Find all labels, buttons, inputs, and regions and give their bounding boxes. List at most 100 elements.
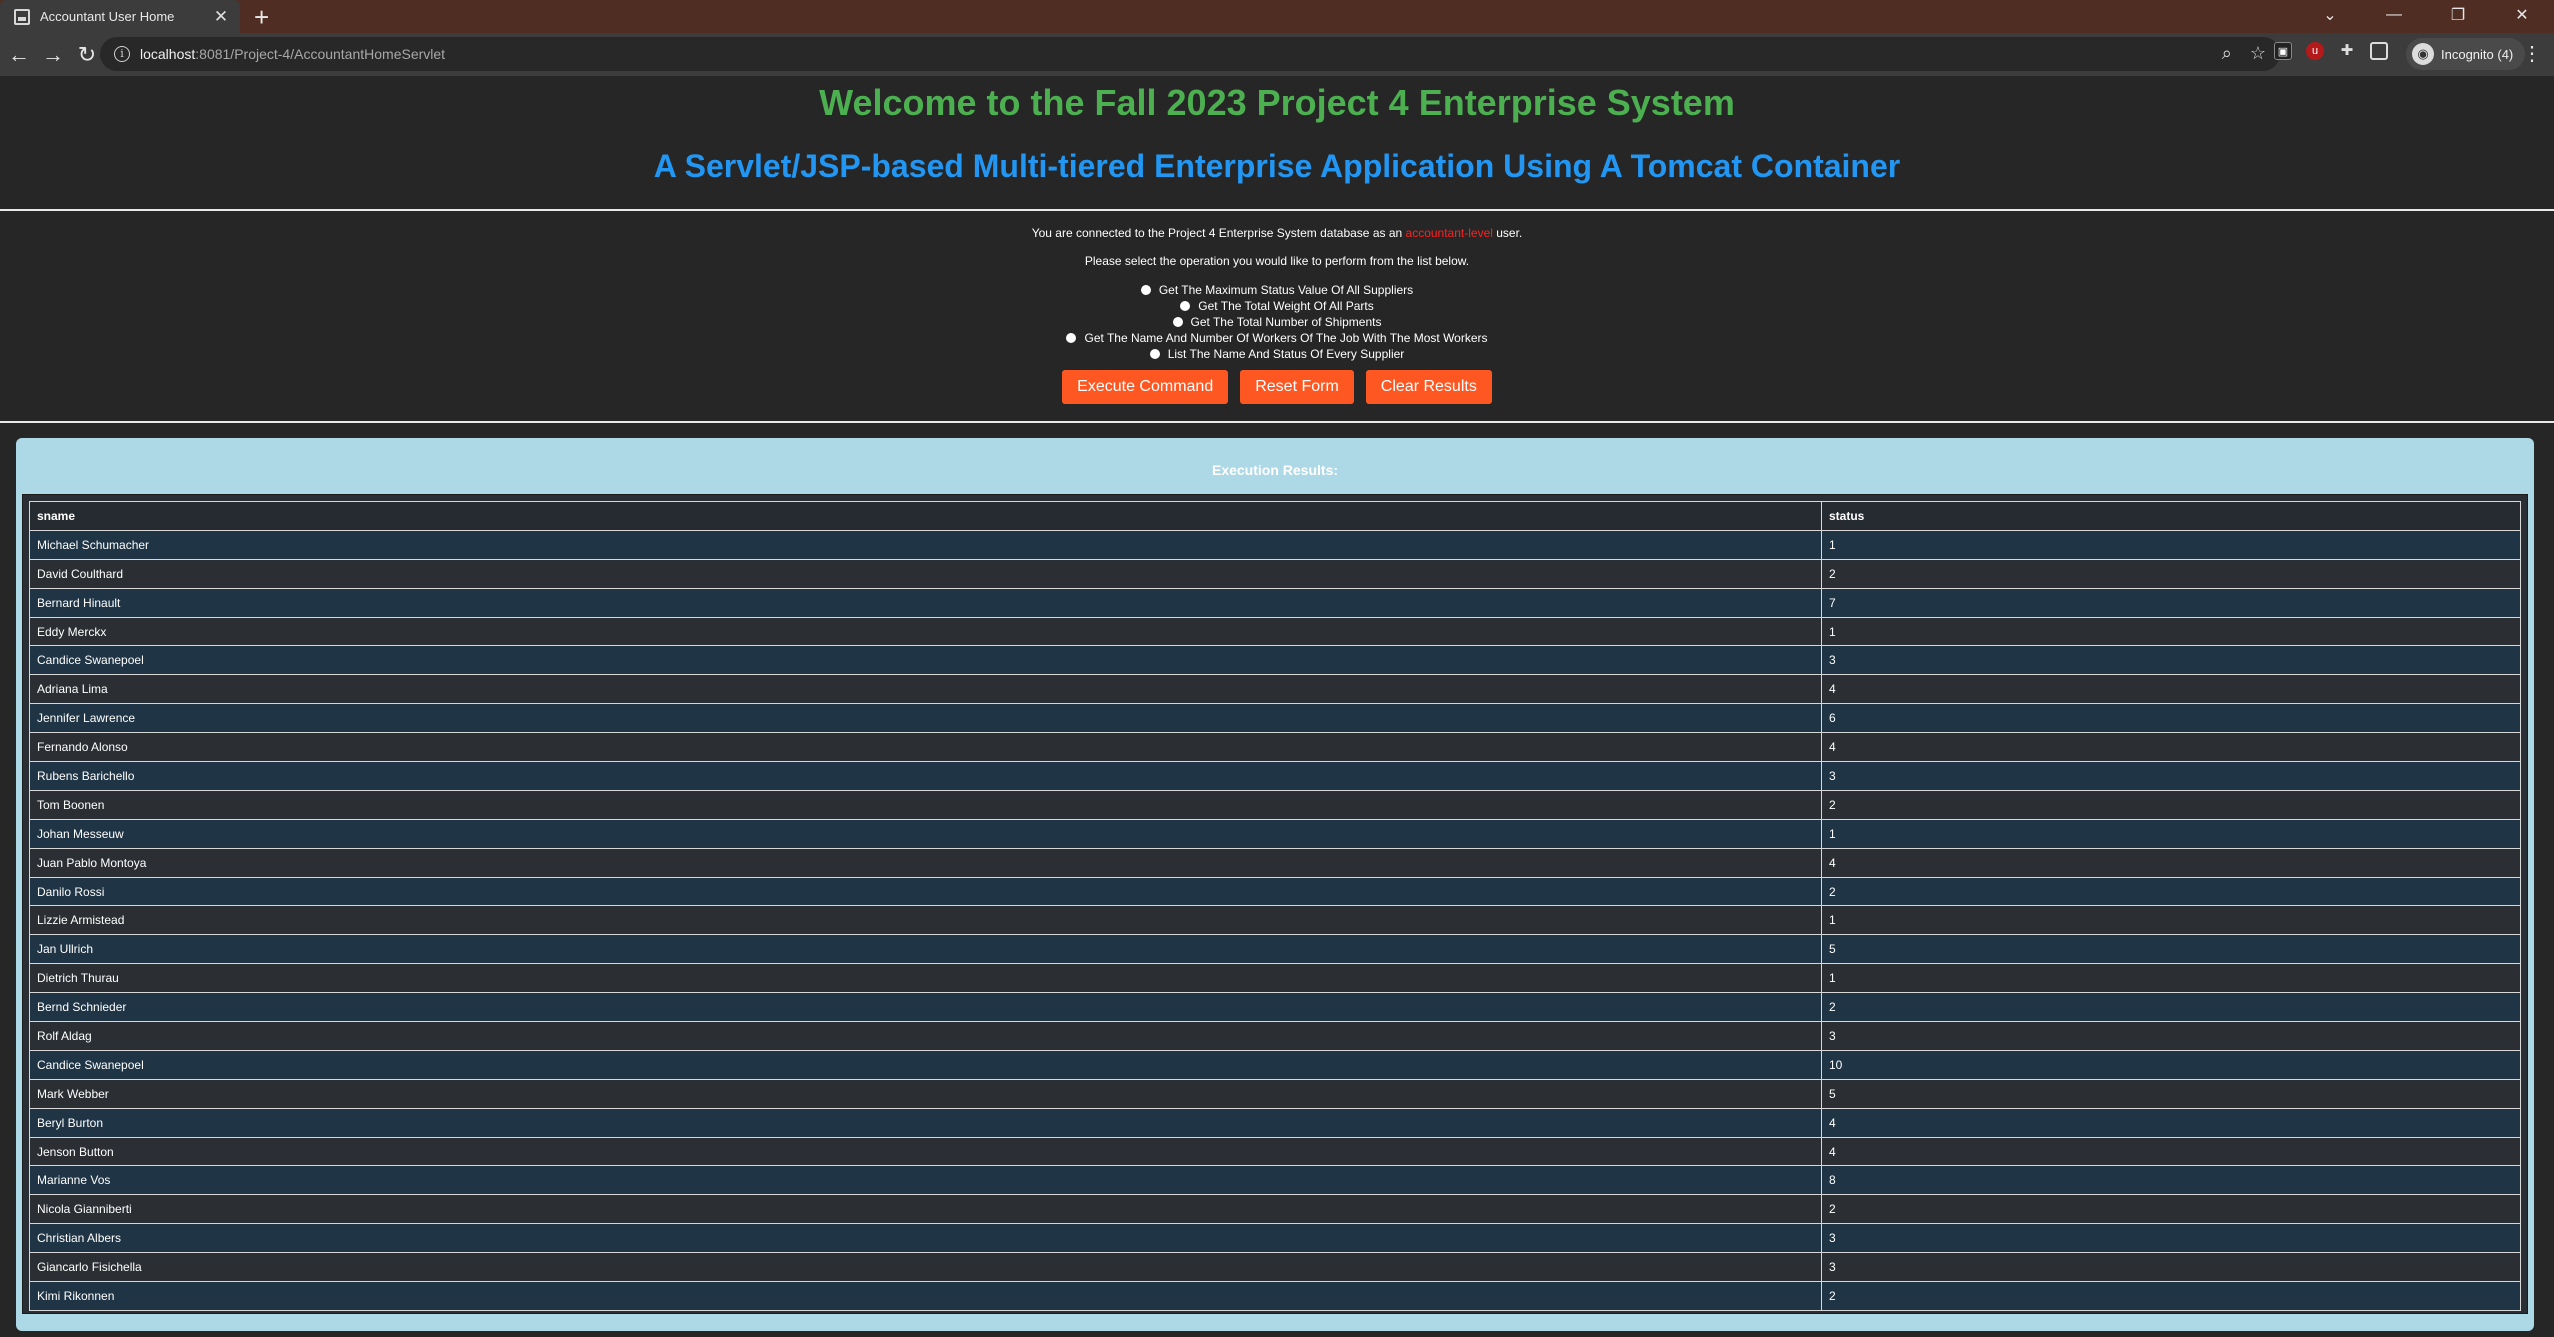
sname-cell: Eddy Merckx [29, 616, 1822, 647]
table-row: Johan Messeuw 1 [29, 818, 2521, 849]
forward-icon[interactable]: → [38, 42, 68, 68]
option-label: Get The Maximum Status Value Of All Supp… [1158, 283, 1414, 297]
table-row: Jennifer Lawrence 6 [29, 703, 2521, 734]
close-tab-icon[interactable]: ✕ [208, 7, 234, 27]
status-cell: 3 [1821, 1021, 2521, 1051]
table-row: Bernd Schnieder 2 [29, 992, 2521, 1023]
sname-cell: Candice Swanepoel [29, 645, 1822, 676]
minimize-icon[interactable]: — [2362, 0, 2426, 30]
results-table: sname status Michael Schumacher 1 David Co… [29, 501, 2521, 1311]
sname-cell: Adriana Lima [29, 674, 1822, 705]
puzzle-extensions-icon[interactable]: ✚ [2338, 42, 2356, 60]
table-row: Rolf Aldag 3 [29, 1021, 2521, 1051]
address-bar[interactable]: i localhost :8081/Project-4/AccountantHo… [100, 37, 2280, 71]
zoom-icon[interactable]: ⌕ [2222, 43, 2232, 64]
status-cell: 4 [1821, 732, 2521, 763]
table-row: Lizzie Armistead 1 [29, 905, 2521, 936]
option-label: Get The Total Number of Shipments [1190, 315, 1382, 329]
status-cell: 3 [1821, 761, 2521, 791]
bookmark-star-icon[interactable]: ☆ [2250, 43, 2266, 64]
table-row: Juan Pablo Montoya 4 [29, 847, 2521, 878]
tab-title: Accountant User Home [40, 9, 175, 24]
status-cell: 10 [1821, 1049, 2521, 1080]
sname-cell: Bernd Schnieder [29, 992, 1822, 1023]
radio-button[interactable] [1172, 317, 1183, 327]
table-row: Kimi Rikonnen 2 [29, 1281, 2521, 1311]
status-cell: 4 [1821, 1107, 2521, 1138]
restore-icon[interactable]: ❐ [2426, 0, 2490, 30]
option-list-suppliers[interactable]: List The Name And Status Of Every Suppli… [0, 346, 2554, 362]
status-cell: 3 [1821, 645, 2521, 676]
close-window-icon[interactable]: ✕ [2490, 0, 2554, 30]
radio-button[interactable] [1180, 301, 1191, 311]
page-title: Welcome to the Fall 2023 Project 4 Enter… [819, 82, 1735, 123]
sname-cell: David Coulthard [29, 558, 1822, 589]
url-host: localhost [140, 46, 196, 62]
sname-cell: Danilo Rossi [29, 876, 1822, 907]
sname-cell: Marianne Vos [29, 1165, 1822, 1196]
radio-button[interactable] [1140, 285, 1151, 295]
option-total-shipments[interactable]: Get The Total Number of Shipments [0, 314, 2554, 330]
reload-icon[interactable]: ↻ [72, 42, 102, 68]
option-label: Get The Name And Number Of Workers Of Th… [1084, 331, 1488, 345]
status-cell: 3 [1821, 1223, 2521, 1254]
execute-command-button[interactable]: Execute Command [1062, 370, 1229, 404]
ublock-icon[interactable]: u [2306, 42, 2324, 60]
option-label: Get The Total Weight Of All Parts [1198, 299, 1374, 313]
back-icon[interactable]: ← [4, 42, 34, 68]
status-cell: 3 [1821, 1252, 2521, 1283]
table-row: Adriana Lima 4 [29, 674, 2521, 705]
reset-form-button[interactable]: Reset Form [1240, 370, 1354, 404]
extensions-area: ▣ u ✚ [2274, 42, 2388, 60]
table-row: Jenson Button 4 [29, 1136, 2521, 1167]
new-tab-icon[interactable]: + [254, 2, 269, 33]
status-cell: 7 [1821, 587, 2521, 618]
status-cell: 4 [1821, 1136, 2521, 1167]
sname-cell: Beryl Burton [29, 1107, 1822, 1138]
status-cell: 5 [1821, 934, 2521, 965]
divider [0, 209, 2554, 211]
extension-icon[interactable]: ▣ [2274, 42, 2292, 60]
sname-cell: Nicola Gianniberti [29, 1194, 1822, 1225]
browser-tab[interactable]: Accountant User Home ✕ [0, 0, 240, 33]
sname-cell: Rolf Aldag [29, 1021, 1822, 1051]
table-row: Bernard Hinault 7 [29, 587, 2521, 618]
option-max-status[interactable]: Get The Maximum Status Value Of All Supp… [0, 282, 2554, 298]
side-panel-icon[interactable] [2370, 42, 2388, 60]
clear-results-button[interactable]: Clear Results [1365, 370, 1492, 404]
option-total-weight[interactable]: Get The Total Weight Of All Parts [0, 298, 2554, 314]
status-cell: 1 [1821, 818, 2521, 849]
sname-cell: Fernando Alonso [29, 732, 1822, 763]
table-row: Jan Ullrich 5 [29, 934, 2521, 965]
instruction-text: Please select the operation you would li… [1084, 254, 1470, 268]
table-row: Fernando Alonso 4 [29, 732, 2521, 763]
status-cell: 2 [1821, 876, 2521, 907]
table-row: Dietrich Thurau 1 [29, 963, 2521, 994]
connection-suffix: user. [1492, 226, 1523, 240]
button-row: Execute Command Reset Form Clear Results [0, 370, 2554, 404]
sname-cell: Jan Ullrich [29, 934, 1822, 965]
results-title: Execution Results: [1211, 462, 1339, 478]
profile-label: Incognito (4) [2441, 46, 2514, 62]
tab-search-icon[interactable]: ⌄ [2298, 0, 2362, 30]
connection-status: You are connected to the Project 4 Enter… [0, 226, 2554, 240]
page-body: Welcome to the Fall 2023 Project 4 Enter… [0, 76, 2554, 1337]
sname-cell: Jennifer Lawrence [29, 703, 1822, 734]
table-row: Candice Swanepoel 10 [29, 1049, 2521, 1080]
sname-cell: Juan Pablo Montoya [29, 847, 1822, 878]
status-cell: 1 [1821, 616, 2521, 647]
browser-menu-icon[interactable]: ⋮ [2522, 41, 2542, 66]
status-cell: 2 [1821, 558, 2521, 589]
table-row: Eddy Merckx 1 [29, 616, 2521, 647]
profile-button[interactable]: ◉ Incognito (4) [2406, 38, 2526, 70]
sname-cell: Dietrich Thurau [29, 963, 1822, 994]
radio-button[interactable] [1066, 333, 1077, 343]
status-cell: 2 [1821, 1281, 2521, 1311]
site-info-icon[interactable]: i [114, 46, 130, 62]
status-cell: 6 [1821, 703, 2521, 734]
option-most-workers[interactable]: Get The Name And Number Of Workers Of Th… [0, 330, 2554, 346]
sname-cell: Lizzie Armistead [29, 905, 1822, 936]
status-cell: 5 [1821, 1078, 2521, 1109]
radio-button[interactable] [1149, 349, 1160, 359]
sname-cell: Tom Boonen [29, 789, 1822, 820]
